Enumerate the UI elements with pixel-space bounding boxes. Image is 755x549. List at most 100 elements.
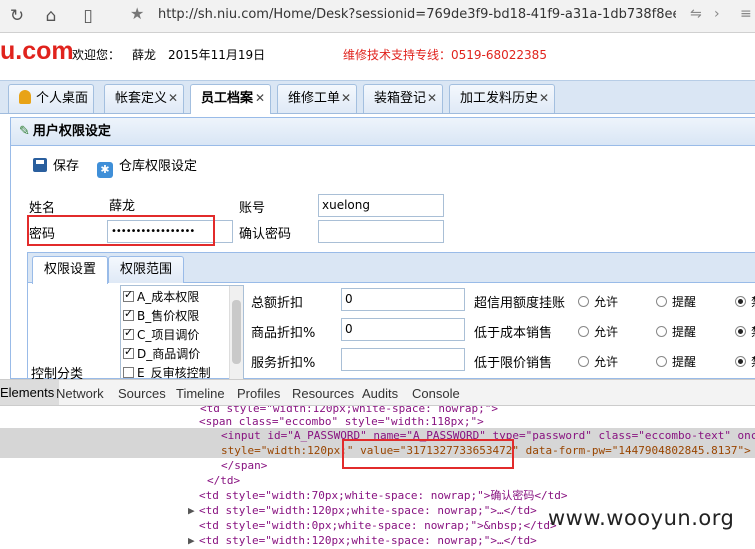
radio-label: 禁止 — [751, 295, 755, 309]
checkbox-item[interactable]: A_成本权限 — [123, 288, 199, 305]
code-line[interactable]: </td> — [207, 473, 240, 488]
logo: u.com — [0, 37, 74, 65]
tab-label: 员工档案 — [201, 91, 254, 106]
checkbox-item[interactable]: C_项目调价 — [123, 326, 199, 343]
rule-label: 低于成本销售 — [474, 326, 553, 341]
devtools-tab-elements[interactable]: Elements — [0, 380, 60, 405]
radio-forbid[interactable]: 禁止 — [735, 293, 755, 310]
scrollbar-thumb[interactable] — [232, 300, 241, 364]
radio-remind[interactable]: 提醒 — [656, 353, 696, 370]
radio-forbid[interactable]: 禁止 — [735, 353, 755, 370]
home-icon[interactable]: ⌂ — [40, 5, 62, 27]
radio[interactable] — [578, 326, 589, 337]
devtools-tab-timeline[interactable]: Timeline — [176, 386, 225, 401]
code-line[interactable]: <td style="width:70px;white-space: nowra… — [199, 488, 568, 503]
code-line[interactable]: <td style="width:120px;white-space: nowr… — [199, 533, 537, 548]
radio[interactable] — [735, 296, 746, 307]
devtools-tab-network[interactable]: Network — [56, 386, 104, 401]
checkbox[interactable] — [123, 345, 134, 359]
refresh-icon[interactable]: ↻ — [6, 5, 28, 27]
reader-icon[interactable]: ▯ — [77, 5, 99, 27]
radio[interactable] — [578, 296, 589, 307]
radio-allow[interactable]: 允许 — [578, 293, 618, 310]
tab-repair-orders[interactable]: 维修工单 ✕ — [277, 84, 357, 113]
checkbox[interactable] — [123, 326, 134, 340]
scrollbar[interactable] — [229, 286, 243, 380]
devtools-tab-audits[interactable]: Audits — [362, 386, 398, 401]
radio[interactable] — [578, 356, 589, 367]
warehouse-label: 仓库权限设定 — [119, 159, 198, 174]
code-line[interactable]: <td style="width:120px;white-space: nowr… — [199, 503, 537, 518]
more-icon[interactable]: ≡ — [740, 6, 752, 22]
checkbox-label: C_项目调价 — [137, 328, 200, 342]
total-discount-field[interactable]: 0 — [341, 288, 465, 311]
close-icon[interactable]: ✕ — [341, 85, 351, 112]
checkbox-item[interactable]: D_商品调价 — [123, 345, 200, 362]
tab-permission-settings[interactable]: 权限设置 — [32, 256, 109, 284]
checkbox[interactable] — [123, 307, 134, 321]
radio-remind[interactable]: 提醒 — [656, 293, 696, 310]
rule-label: 低于限价销售 — [474, 356, 553, 371]
radio-label: 禁止 — [751, 355, 755, 369]
star-icon[interactable]: ★ — [130, 4, 144, 23]
radio-forbid[interactable]: 禁止 — [735, 323, 755, 340]
tab-strip: 个人桌面 帐套定义 ✕ 员工档案 ✕ 维修工单 ✕ 装箱登记 ✕ 加工发料历史 ✕ — [0, 81, 755, 114]
radio-allow[interactable]: 允许 — [578, 323, 618, 340]
tab-label: 帐套定义 — [115, 91, 168, 106]
confirm-password-field[interactable] — [318, 220, 444, 243]
confirm-password-label: 确认密码 — [239, 227, 292, 242]
tab-label: 个人桌面 — [36, 91, 89, 106]
code-line[interactable]: <td style="width:0px;white-space: nowrap… — [199, 518, 557, 533]
tab-permission-scope[interactable]: 权限范围 — [108, 256, 185, 283]
tab-personal-desk[interactable]: 个人桌面 — [8, 84, 94, 113]
radio[interactable] — [735, 356, 746, 367]
close-icon[interactable]: ✕ — [168, 85, 178, 112]
tab-account-definition[interactable]: 帐套定义 ✕ — [104, 84, 184, 113]
menu-icon[interactable]: ⇋ — [690, 6, 702, 22]
code-line[interactable]: </span> — [221, 458, 267, 473]
devtools-tabbar: Elements Network Sources Timeline Profil… — [0, 379, 755, 406]
radio-label: 允许 — [594, 355, 619, 369]
radio-label: 允许 — [594, 325, 619, 339]
close-icon[interactable]: ✕ — [255, 85, 265, 112]
radio[interactable] — [656, 356, 667, 367]
devtools-tab-resources[interactable]: Resources — [292, 386, 354, 401]
radio-label: 提醒 — [672, 325, 697, 339]
close-icon[interactable]: ✕ — [427, 85, 437, 112]
permission-checklist[interactable]: A_成本权限 B_售价权限 C_项目调价 D_商品调价 E_反审核控制 — [120, 285, 244, 381]
account-field[interactable]: xuelong — [318, 194, 444, 217]
code-line[interactable]: <span class="eccombo" style="width:118px… — [199, 414, 484, 429]
tab-employee-records[interactable]: 员工档案 ✕ — [190, 84, 271, 114]
tab-label: 装箱登记 — [374, 91, 427, 106]
panel-title: ✎ 用户权限设定 — [11, 118, 755, 146]
pencil-icon: ✎ — [19, 124, 30, 139]
name-value: 薛龙 — [109, 199, 136, 214]
tab-material-history[interactable]: 加工发料历史 ✕ — [449, 84, 555, 113]
highlight-box — [27, 215, 215, 246]
address-bar[interactable]: http://sh.niu.com/Home/Desk?sessionid=76… — [158, 7, 676, 22]
radio[interactable] — [735, 326, 746, 337]
expand-triangle-icon[interactable]: ▶ — [188, 533, 195, 548]
radio-allow[interactable]: 允许 — [578, 353, 618, 370]
checkbox-label: D_商品调价 — [137, 347, 201, 361]
expand-triangle-icon[interactable]: ▶ — [188, 503, 195, 518]
discount-label: 总额折扣 — [251, 296, 304, 311]
checkbox-item[interactable]: B_售价权限 — [123, 307, 199, 324]
forward-icon[interactable]: › — [714, 6, 720, 22]
checkbox[interactable] — [123, 288, 134, 302]
devtools-tab-sources[interactable]: Sources — [118, 386, 166, 401]
service-discount-field[interactable] — [341, 348, 465, 371]
radio-label: 提醒 — [672, 355, 697, 369]
radio[interactable] — [656, 296, 667, 307]
name-label: 姓名 — [29, 201, 56, 216]
devtools-tab-profiles[interactable]: Profiles — [237, 386, 280, 401]
checkbox[interactable] — [123, 367, 134, 378]
product-discount-field[interactable]: 0 — [341, 318, 465, 341]
radio[interactable] — [656, 326, 667, 337]
devtools-tab-console[interactable]: Console — [412, 386, 460, 401]
radio-remind[interactable]: 提醒 — [656, 323, 696, 340]
save-button[interactable]: 保存 — [33, 156, 79, 178]
tab-packing-registration[interactable]: 装箱登记 ✕ — [363, 84, 443, 113]
close-icon[interactable]: ✕ — [539, 85, 549, 112]
warehouse-permission-button[interactable]: ✱ 仓库权限设定 — [97, 156, 197, 178]
